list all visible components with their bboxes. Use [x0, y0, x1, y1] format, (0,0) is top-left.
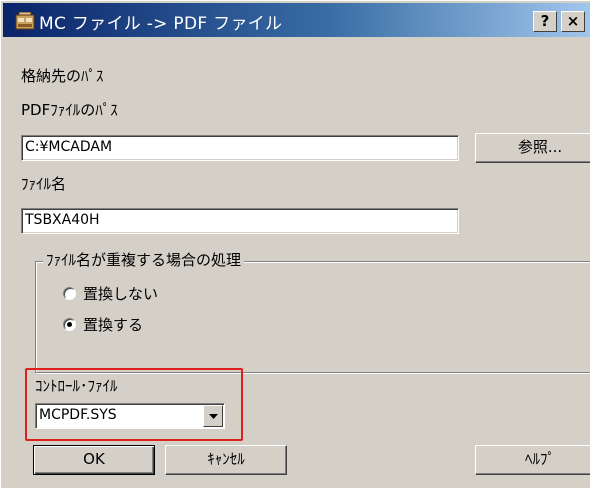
- radio-replace-label[interactable]: 置換する: [83, 314, 143, 335]
- radio-replace[interactable]: [63, 318, 76, 331]
- control-file-label: ｺﾝﾄﾛｰﾙ･ﾌｧｲﾙ: [35, 377, 118, 395]
- radio-no-replace[interactable]: [63, 287, 76, 300]
- dialog-window: MC ファイル -> PDF ファイル ? × 格納先のﾊﾟｽ PDFﾌｧｲﾙの…: [0, 0, 590, 488]
- app-window-icon: [15, 11, 35, 30]
- radio-no-replace-label[interactable]: 置換しない: [83, 283, 158, 304]
- pdf-path-label: PDFﾌｧｲﾙのﾊﾟｽ: [21, 101, 118, 119]
- cancel-button[interactable]: ｷｬﾝｾﾙ: [165, 445, 287, 475]
- filename-input[interactable]: TSBXA40H: [21, 208, 459, 234]
- window-title: MC ファイル -> PDF ファイル: [39, 14, 283, 34]
- chevron-down-icon[interactable]: [203, 405, 223, 427]
- help-button[interactable]: ﾍﾙﾌﾟ: [475, 445, 590, 475]
- title-bar[interactable]: MC ファイル -> PDF ファイル ? ×: [3, 3, 590, 37]
- filename-label: ﾌｧｲﾙ名: [21, 175, 67, 193]
- radio-selected-dot: [67, 322, 72, 327]
- close-button[interactable]: ×: [561, 11, 585, 32]
- destination-path-heading: 格納先のﾊﾟｽ: [21, 67, 104, 85]
- control-file-value: MCPDF.SYS: [39, 407, 117, 423]
- control-file-combobox[interactable]: MCPDF.SYS: [35, 403, 225, 429]
- pdf-path-input[interactable]: C:¥MCADAM: [21, 135, 459, 161]
- ok-button[interactable]: OK: [33, 445, 155, 475]
- duplicate-handling-legend: ﾌｧｲﾙ名が重複する場合の処理: [43, 249, 245, 270]
- help-caption-button[interactable]: ?: [533, 11, 557, 32]
- browse-button[interactable]: 参照...: [475, 133, 590, 163]
